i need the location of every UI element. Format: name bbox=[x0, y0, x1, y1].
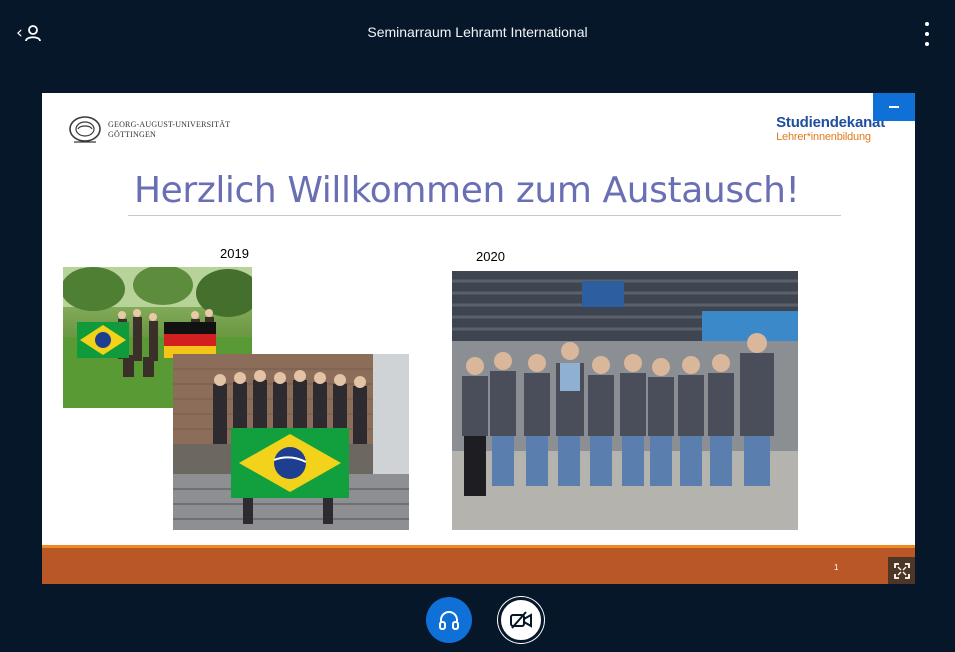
minimize-presentation-button[interactable] bbox=[873, 93, 915, 121]
university-logo: GEORG-AUGUST-UNIVERSITÄT GÖTTINGEN bbox=[68, 115, 230, 145]
university-name-line1: GEORG-AUGUST-UNIVERSITÄT bbox=[108, 120, 231, 129]
fullscreen-button[interactable] bbox=[888, 557, 915, 584]
top-bar: ‹ Seminarraum Lehramt International bbox=[0, 0, 955, 68]
video-button[interactable] bbox=[498, 597, 544, 643]
group-photo-airport bbox=[452, 271, 798, 530]
meeting-title: Seminarraum Lehramt International bbox=[367, 24, 588, 40]
camera-off-icon bbox=[510, 611, 532, 629]
more-vertical-icon bbox=[925, 22, 929, 26]
group-photo-airport-image bbox=[452, 271, 798, 530]
media-controls bbox=[0, 594, 955, 644]
department-logo: Studiendekanat Lehrer*innenbildung bbox=[776, 115, 885, 144]
year-label-2019: 2019 bbox=[220, 246, 249, 261]
slide-page-number: 1 bbox=[834, 563, 839, 572]
university-seal-icon bbox=[69, 116, 101, 143]
group-photo-indoor-image bbox=[173, 354, 409, 530]
fullscreen-icon bbox=[893, 562, 910, 579]
department-name: Studiendekanat bbox=[776, 114, 885, 131]
minimize-icon bbox=[889, 106, 899, 108]
heading-divider bbox=[128, 215, 841, 216]
slide-footer-band bbox=[42, 548, 915, 584]
audio-button[interactable] bbox=[426, 597, 472, 643]
slide-heading: Herzlich Willkommen zum Austausch! bbox=[134, 170, 800, 211]
headphones-icon bbox=[439, 611, 459, 630]
presentation-slide: GEORG-AUGUST-UNIVERSITÄT GÖTTINGEN Studi… bbox=[42, 93, 915, 584]
group-photo-indoor bbox=[173, 354, 409, 530]
options-button[interactable] bbox=[921, 22, 933, 46]
department-subname: Lehrer*innenbildung bbox=[776, 131, 871, 143]
university-name-line2: GÖTTINGEN bbox=[108, 130, 157, 139]
year-label-2020: 2020 bbox=[476, 249, 505, 264]
